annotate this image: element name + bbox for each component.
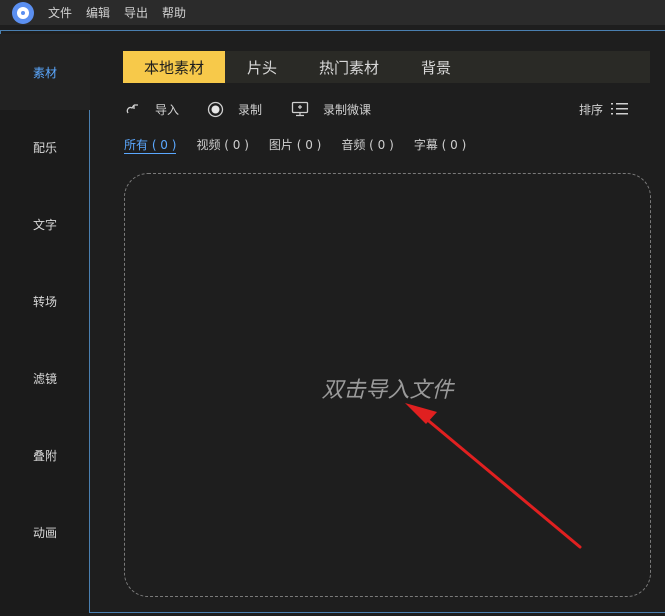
- filter-image[interactable]: 图片 ( 0 ): [269, 136, 321, 154]
- material-tabs: 本地素材 片头 热门素材 背景: [123, 51, 650, 83]
- filter-subtitle[interactable]: 字幕 ( 0 ): [414, 136, 466, 154]
- tab-background[interactable]: 背景: [399, 51, 473, 83]
- filter-all[interactable]: 所有 ( 0 ): [124, 136, 177, 154]
- import-button[interactable]: 导入: [125, 98, 179, 120]
- tab-local-material[interactable]: 本地素材: [123, 51, 225, 83]
- menu-help[interactable]: 帮助: [162, 4, 186, 21]
- tab-hot-material[interactable]: 热门素材: [299, 51, 399, 83]
- import-label: 导入: [155, 102, 180, 117]
- record-lecture-label: 录制微课: [323, 102, 372, 117]
- menu-edit[interactable]: 编辑: [86, 4, 110, 21]
- record-icon: [207, 101, 224, 117]
- menu-file[interactable]: 文件: [48, 4, 72, 21]
- import-icon: [126, 104, 138, 114]
- sidebar-item-transition[interactable]: 转场: [0, 263, 90, 339]
- sidebar-item-overlay[interactable]: 叠附: [0, 417, 90, 493]
- sort-label: 排序: [579, 102, 604, 117]
- app-logo-icon[interactable]: [12, 1, 34, 24]
- drop-hint-text: 双击导入文件: [321, 378, 454, 403]
- screen-record-icon: [291, 101, 309, 117]
- sidebar-item-text[interactable]: 文字: [0, 186, 90, 262]
- record-button[interactable]: 录制: [207, 98, 262, 120]
- menu-bar: 文件 编辑 导出 帮助: [0, 0, 665, 25]
- record-lecture-button[interactable]: 录制微课: [291, 98, 371, 120]
- menu-export[interactable]: 导出: [124, 4, 148, 21]
- sidebar-item-animation[interactable]: 动画: [0, 494, 90, 570]
- sort-list-icon: [611, 103, 629, 115]
- filter-audio[interactable]: 音频 ( 0 ): [341, 136, 393, 154]
- filter-video[interactable]: 视频 ( 0 ): [196, 136, 248, 154]
- sidebar-item-music[interactable]: 配乐: [0, 109, 90, 185]
- record-label: 录制: [238, 102, 263, 117]
- filter-bar: 所有 ( 0 ) 视频 ( 0 ) 图片 ( 0 ) 音频 ( 0 ) 字幕 (…: [124, 136, 486, 154]
- toolbar: 导入 录制 录制微课 排序: [0, 98, 665, 120]
- tab-intro[interactable]: 片头: [225, 51, 299, 83]
- sort-button[interactable]: 排序: [579, 98, 643, 120]
